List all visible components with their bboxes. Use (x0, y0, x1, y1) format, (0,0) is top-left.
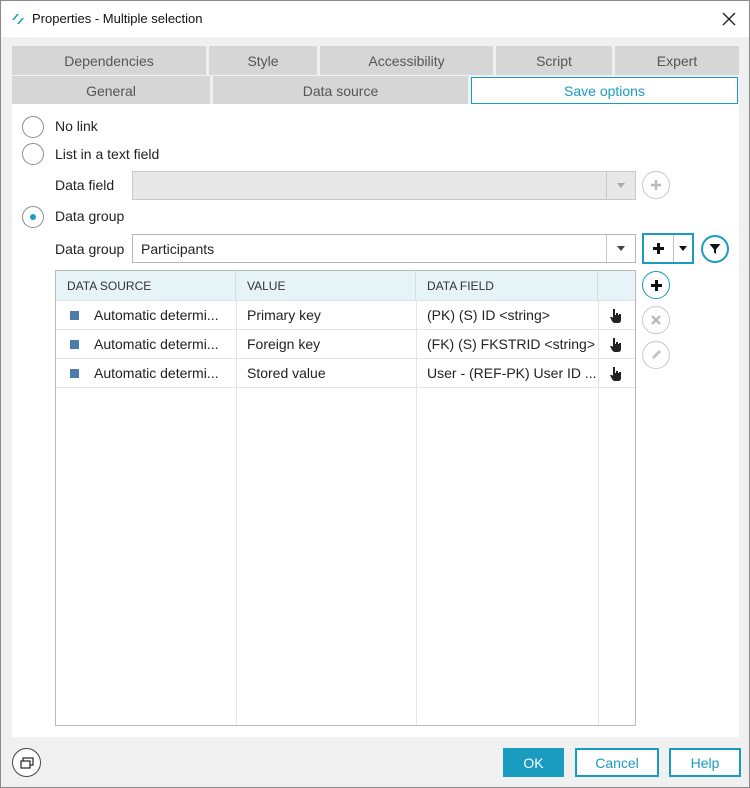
title-bar: Properties - Multiple selection (1, 1, 749, 37)
tab-data-source[interactable]: Data source (213, 76, 468, 105)
help-button[interactable]: Help (669, 748, 741, 777)
tab-label: Script (536, 52, 572, 69)
add-split-button[interactable] (642, 233, 694, 264)
chevron-down-icon (606, 172, 635, 199)
tab-script[interactable]: Script (496, 46, 612, 75)
add-data-field-button (642, 171, 670, 199)
data-field-label: Data field (55, 177, 115, 193)
cell-data-field: (PK) (S) ID <string> (427, 307, 550, 323)
filter-icon (709, 244, 721, 254)
tab-general[interactable]: General (12, 76, 210, 105)
cell-data-source: Automatic determi... (94, 307, 219, 323)
edit-row-button (642, 341, 670, 369)
app-logo-icon (12, 14, 24, 24)
window-mode-icon (19, 756, 34, 769)
plus-icon (650, 279, 662, 291)
cell-data-source: Automatic determi... (94, 336, 219, 352)
tab-label: Data source (302, 82, 379, 99)
column-header-data-source[interactable]: DATA SOURCE (56, 271, 236, 301)
list-in-text-field-radio[interactable] (22, 143, 44, 165)
chevron-down-icon[interactable] (606, 235, 635, 262)
no-link-label: No link (55, 118, 98, 134)
data-group-value: Participants (141, 241, 215, 257)
tab-label: Expert (656, 52, 698, 69)
table-row[interactable]: Automatic determi... Primary key (PK) (S… (56, 301, 635, 330)
no-link-radio[interactable] (22, 116, 44, 138)
cell-value: Stored value (247, 365, 326, 381)
mapping-table: DATA SOURCE VALUE DATA FIELD Automatic d… (55, 270, 636, 726)
x-icon (651, 315, 661, 325)
tab-label: Accessibility (368, 52, 445, 69)
column-header-action (598, 271, 635, 301)
hand-pointer-icon[interactable] (609, 366, 622, 384)
properties-dialog: Properties - Multiple selection Dependen… (0, 0, 750, 788)
tab-label: General (86, 82, 136, 99)
tab-save-options[interactable]: Save options (471, 77, 738, 104)
ok-button[interactable]: OK (503, 748, 564, 777)
pencil-icon (652, 350, 661, 359)
window-mode-button[interactable] (12, 748, 41, 777)
tab-label: Style (247, 52, 279, 69)
tab-style[interactable]: Style (209, 46, 317, 75)
close-icon[interactable] (717, 7, 741, 31)
cell-value: Primary key (247, 307, 321, 323)
data-group-option-label: Data group (55, 208, 125, 224)
cancel-button[interactable]: Cancel (575, 748, 659, 777)
row-marker (70, 340, 79, 349)
add-row-button[interactable] (642, 271, 670, 299)
row-marker (70, 311, 79, 320)
data-group-combo[interactable]: Participants (132, 234, 636, 263)
window-title: Properties - Multiple selection (32, 11, 203, 26)
filter-button[interactable] (701, 235, 729, 263)
plus-icon[interactable] (644, 235, 674, 262)
tab-dependencies[interactable]: Dependencies (12, 46, 206, 75)
plus-icon (651, 180, 661, 190)
table-header: DATA SOURCE VALUE DATA FIELD (56, 271, 635, 301)
tab-expert[interactable]: Expert (615, 46, 739, 75)
cell-value: Foreign key (247, 336, 321, 352)
tab-accessibility[interactable]: Accessibility (320, 46, 493, 75)
hand-pointer-icon[interactable] (609, 308, 622, 326)
column-header-value[interactable]: VALUE (236, 271, 416, 301)
column-header-data-field[interactable]: DATA FIELD (416, 271, 598, 301)
cell-data-field: (FK) (S) FKSTRID <string> (427, 336, 596, 352)
cell-data-source: Automatic determi... (94, 365, 219, 381)
delete-row-button (642, 306, 670, 334)
data-field-combo (132, 171, 636, 200)
list-in-text-field-label: List in a text field (55, 146, 160, 162)
table-row[interactable]: Automatic determi... Stored value User -… (56, 359, 635, 388)
chevron-down-icon[interactable] (674, 235, 692, 262)
table-row[interactable]: Automatic determi... Foreign key (FK) (S… (56, 330, 635, 359)
cell-data-field: User - (REF-PK) User ID ... (427, 365, 597, 381)
hand-pointer-icon[interactable] (609, 337, 622, 355)
data-group-radio[interactable] (22, 206, 44, 228)
tab-label: Save options (564, 82, 645, 99)
tab-label: Dependencies (64, 52, 154, 69)
row-marker (70, 369, 79, 378)
data-group-field-label: Data group (55, 241, 125, 257)
